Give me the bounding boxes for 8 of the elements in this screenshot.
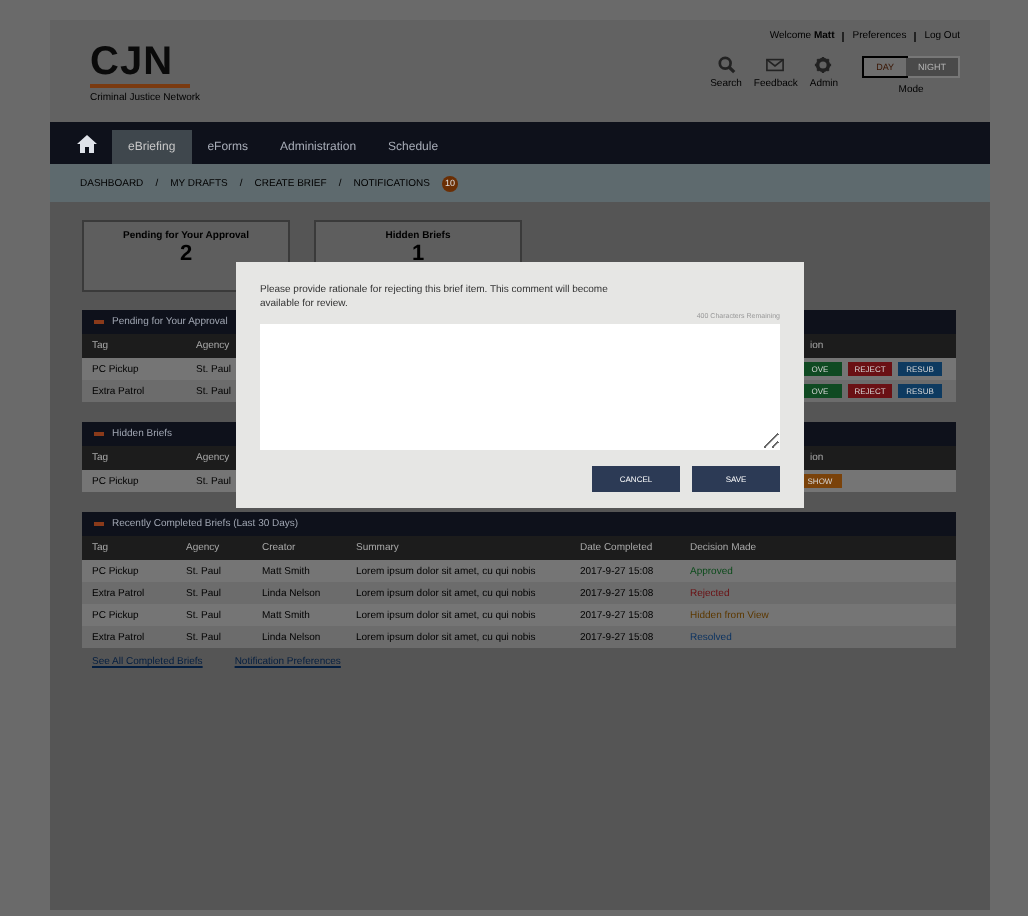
envelope-icon	[766, 56, 785, 74]
settings-icon	[814, 56, 833, 74]
home-icon[interactable]	[76, 134, 98, 154]
stat-value: 1	[411, 244, 425, 266]
search-icon	[717, 56, 735, 74]
logo: CJN	[90, 42, 190, 88]
stat-value: 2	[179, 244, 193, 266]
comment-field[interactable]	[260, 324, 780, 450]
